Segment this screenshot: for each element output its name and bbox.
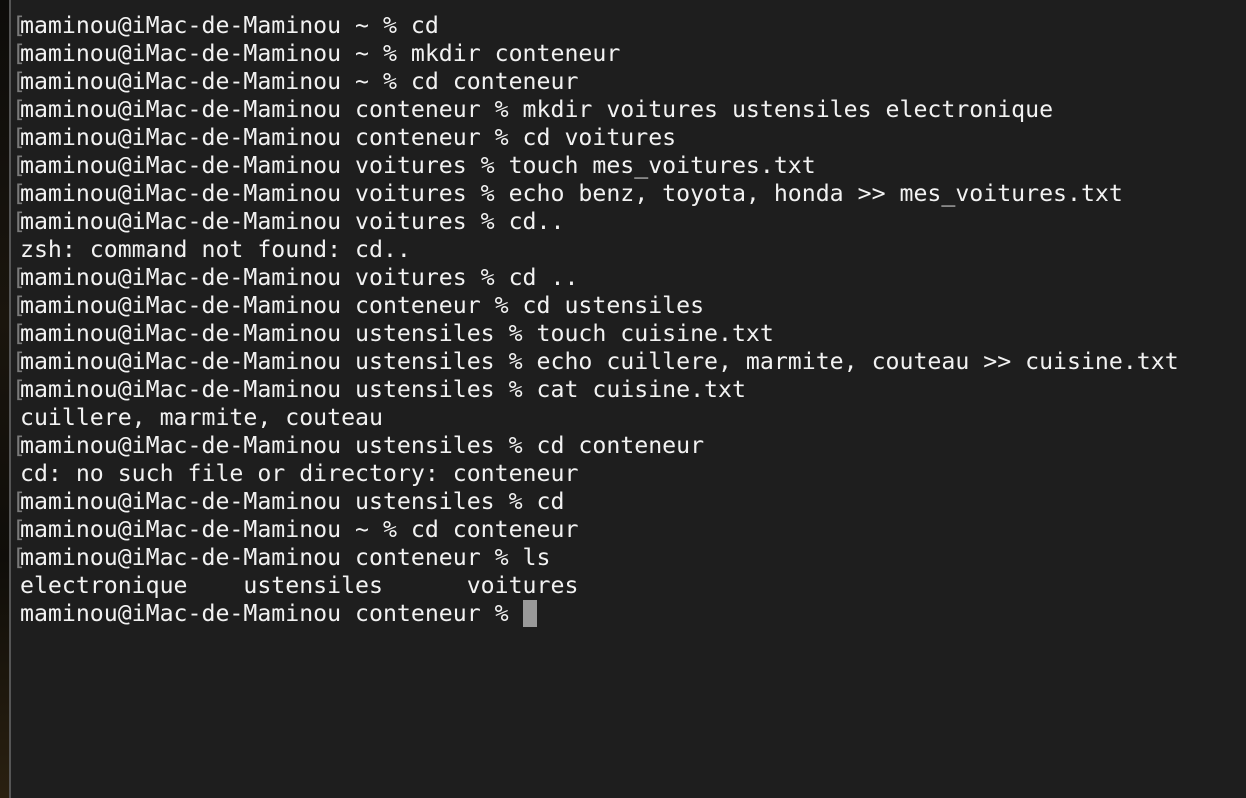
command-mark: [ — [12, 208, 26, 235]
line-text: maminou@iMac-de-Maminou ustensiles % tou… — [20, 320, 774, 347]
line-text: maminou@iMac-de-Maminou ustensiles % cd … — [20, 432, 705, 459]
line-text: maminou@iMac-de-Maminou ustensiles % cd — [20, 488, 565, 515]
desktop-background — [0, 0, 9, 798]
line-text: maminou@iMac-de-Maminou conteneur % cd v… — [20, 124, 677, 151]
command-mark: [ — [12, 516, 26, 543]
line-text: maminou@iMac-de-Maminou voitures % cd .. — [20, 264, 579, 291]
command-mark: [ — [12, 488, 26, 515]
terminal-line: [maminou@iMac-de-Maminou ustensiles % cd — [11, 488, 1246, 516]
line-text: maminou@iMac-de-Maminou ~ % cd — [20, 12, 439, 39]
terminal-line: [maminou@iMac-de-Maminou ustensiles % cd… — [11, 432, 1246, 460]
line-text: maminou@iMac-de-Maminou voitures % cd.. — [20, 208, 565, 235]
terminal-line: [maminou@iMac-de-Maminou conteneur % mkd… — [11, 96, 1246, 124]
terminal-line: zsh: command not found: cd.. — [11, 236, 1246, 264]
terminal-line: [maminou@iMac-de-Maminou ~ % cd conteneu… — [11, 68, 1246, 96]
line-text: zsh: command not found: cd.. — [20, 236, 411, 263]
line-text: maminou@iMac-de-Maminou conteneur % ls — [20, 544, 551, 571]
line-text: cuillere, marmite, couteau — [20, 404, 383, 431]
terminal-output[interactable]: [maminou@iMac-de-Maminou ~ % cd[maminou@… — [11, 12, 1246, 798]
command-mark: [ — [12, 152, 26, 179]
line-text: maminou@iMac-de-Maminou ustensiles % cat… — [20, 376, 746, 403]
line-text: maminou@iMac-de-Maminou conteneur % mkdi… — [20, 96, 1054, 123]
prompt-line[interactable]: maminou@iMac-de-Maminou conteneur % — [11, 600, 1246, 628]
command-mark: [ — [12, 376, 26, 403]
line-text: maminou@iMac-de-Maminou ~ % cd conteneur — [20, 68, 579, 95]
terminal-line: cuillere, marmite, couteau — [11, 404, 1246, 432]
terminal-line: [maminou@iMac-de-Maminou voitures % echo… — [11, 180, 1246, 208]
line-text: maminou@iMac-de-Maminou ~ % cd conteneur — [20, 516, 579, 543]
prompt-text: maminou@iMac-de-Maminou conteneur % — [20, 600, 523, 627]
line-text: maminou@iMac-de-Maminou ustensiles % ech… — [20, 348, 1179, 375]
command-mark: [ — [12, 544, 26, 571]
terminal-line: [maminou@iMac-de-Maminou ustensiles % to… — [11, 320, 1246, 348]
command-mark: [ — [12, 12, 26, 39]
terminal-line: electronique ustensiles voitures — [11, 572, 1246, 600]
terminal-line: [maminou@iMac-de-Maminou ustensiles % ec… — [11, 348, 1246, 376]
command-mark: [ — [12, 320, 26, 347]
command-mark: [ — [12, 96, 26, 123]
terminal-line: [maminou@iMac-de-Maminou voitures % touc… — [11, 152, 1246, 180]
line-text: maminou@iMac-de-Maminou voitures % echo … — [20, 180, 1123, 207]
terminal-line: [maminou@iMac-de-Maminou conteneur % cd … — [11, 124, 1246, 152]
command-mark: [ — [12, 180, 26, 207]
command-mark: [ — [12, 348, 26, 375]
line-text: cd: no such file or directory: conteneur — [20, 460, 579, 487]
command-mark: [ — [12, 68, 26, 95]
command-mark: [ — [12, 432, 26, 459]
command-mark: [ — [12, 124, 26, 151]
terminal-line: [maminou@iMac-de-Maminou ~ % cd conteneu… — [11, 516, 1246, 544]
text-cursor — [522, 600, 537, 627]
terminal-line: [maminou@iMac-de-Maminou conteneur % ls — [11, 544, 1246, 572]
terminal-line: [maminou@iMac-de-Maminou ~ % mkdir conte… — [11, 40, 1246, 68]
terminal-line: [maminou@iMac-de-Maminou voitures % cd .… — [11, 264, 1246, 292]
command-mark: [ — [12, 292, 26, 319]
line-text: maminou@iMac-de-Maminou voitures % touch… — [20, 152, 816, 179]
terminal-line: [maminou@iMac-de-Maminou ~ % cd — [11, 12, 1246, 40]
terminal-line: [maminou@iMac-de-Maminou conteneur % cd … — [11, 292, 1246, 320]
command-mark: [ — [12, 40, 26, 67]
terminal-line: [maminou@iMac-de-Maminou ustensiles % ca… — [11, 376, 1246, 404]
terminal-line: cd: no such file or directory: conteneur — [11, 460, 1246, 488]
line-text: maminou@iMac-de-Maminou conteneur % cd u… — [20, 292, 705, 319]
line-text: electronique ustensiles voitures — [20, 572, 579, 599]
line-text: maminou@iMac-de-Maminou ~ % mkdir conten… — [20, 40, 621, 67]
terminal-line: [maminou@iMac-de-Maminou voitures % cd.. — [11, 208, 1246, 236]
command-mark: [ — [12, 264, 26, 291]
